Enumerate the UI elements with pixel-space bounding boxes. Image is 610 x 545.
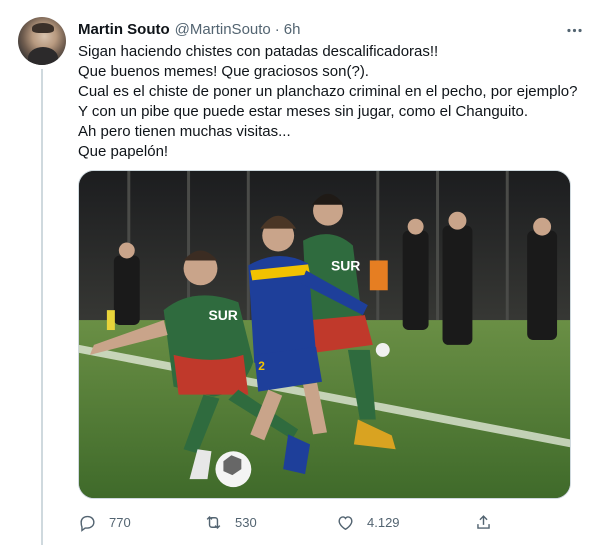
- tweet-text-line: Ah pero tienen muchas visitas...: [78, 123, 291, 140]
- tweet-card[interactable]: Martin Souto @MartinSouto · 6h Sigan hac…: [0, 0, 610, 545]
- retweet-icon: [206, 515, 221, 529]
- football-match-photo: SUR SUR 2: [79, 171, 570, 498]
- header-separator: ·: [274, 20, 280, 38]
- author-display-name[interactable]: Martin Souto: [78, 21, 170, 38]
- retweet-count: 530: [235, 514, 257, 530]
- more-options-button[interactable]: [562, 18, 586, 42]
- tweet-text-line: Sigan haciendo chistes con patadas desca…: [78, 43, 439, 60]
- thread-line: [41, 69, 43, 545]
- reply-icon: [80, 515, 95, 532]
- shorts-number: 2: [258, 359, 265, 373]
- tweet-text: Sigan haciendo chistes con patadas desca…: [78, 42, 583, 162]
- retweet-button[interactable]: 530: [204, 511, 257, 533]
- like-count: 4.129: [367, 514, 400, 530]
- tweet-text-line: Cual es el chiste de poner un planchazo …: [78, 83, 578, 100]
- reply-button[interactable]: 770: [78, 511, 131, 533]
- more-icon: [566, 28, 582, 32]
- tweet-text-line: Y con un pibe que puede estar meses sin …: [78, 103, 529, 120]
- share-icon: [477, 514, 490, 529]
- tweet-media-photo[interactable]: SUR SUR 2: [78, 170, 571, 499]
- tweet-text-line: Que buenos memes! Que graciosos son(?).: [78, 63, 369, 80]
- author-avatar[interactable]: [18, 17, 66, 65]
- tweet-timestamp[interactable]: 6h: [284, 21, 301, 38]
- like-icon: [338, 515, 353, 530]
- author-handle[interactable]: @MartinSouto: [175, 21, 271, 38]
- share-button[interactable]: [474, 511, 505, 533]
- tweet-text-line: Que papelón!: [78, 143, 169, 160]
- tweet-actions: 770 530 4.129: [78, 511, 583, 533]
- shirt-sponsor-right: SUR: [331, 257, 360, 273]
- like-button[interactable]: 4.129: [336, 511, 400, 533]
- shirt-sponsor-left: SUR: [208, 307, 237, 323]
- tweet-header: Martin Souto @MartinSouto · 6h: [78, 19, 300, 39]
- reply-count: 770: [109, 514, 131, 530]
